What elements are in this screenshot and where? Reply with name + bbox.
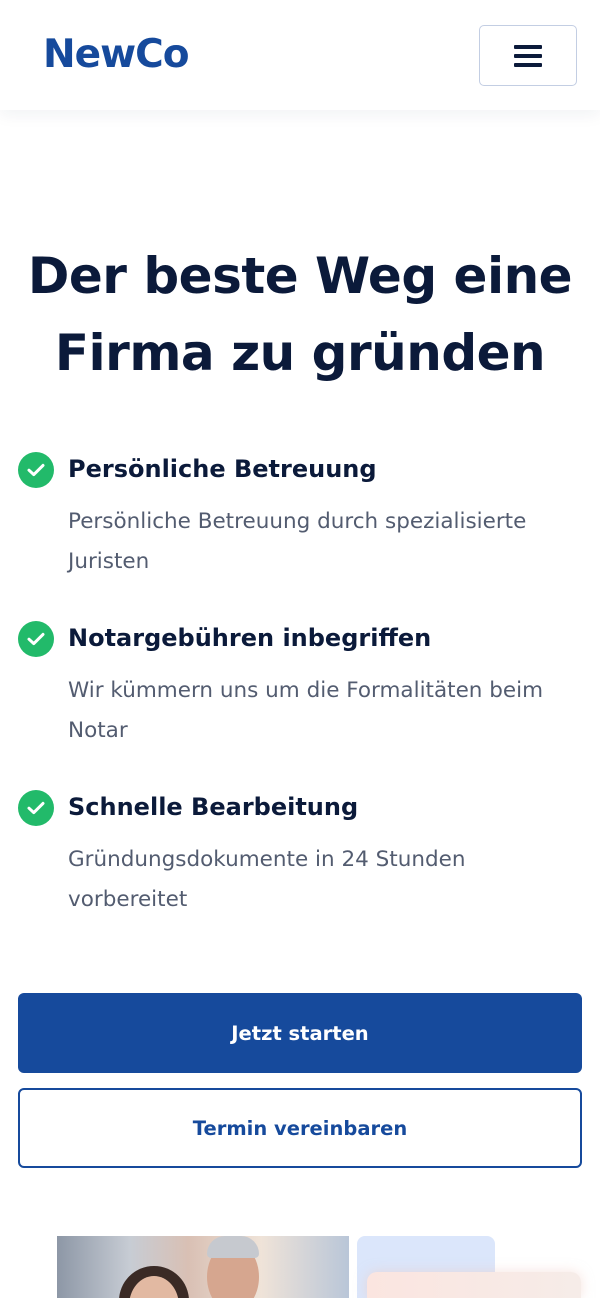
page-title: Der beste Weg eine Firma zu gründen	[20, 238, 580, 392]
feature-title: Persönliche Betreuung	[68, 455, 377, 483]
menu-button[interactable]	[479, 25, 577, 86]
start-now-button[interactable]: Jetzt starten	[18, 993, 582, 1073]
site-header: NewCo	[0, 0, 600, 110]
hamburger-menu-icon	[514, 44, 542, 67]
feature-description: Wir kümmern uns um die Formalitäten beim…	[68, 678, 544, 743]
feature-description: Gründungsdokumente in 24 Stunden vorbere…	[68, 847, 466, 912]
page-title-line-1: Der beste Weg eine	[27, 247, 573, 305]
feature-title: Notargebühren inbegriffen	[68, 624, 432, 652]
team-photo	[57, 1236, 349, 1298]
check-circle-icon	[18, 790, 54, 826]
book-appointment-button[interactable]: Termin vereinbaren	[18, 1088, 582, 1168]
check-circle-icon	[18, 452, 54, 488]
newco-logo[interactable]: NewCo	[43, 32, 190, 77]
page-title-line-2: Firma zu gründen	[54, 324, 546, 382]
person-hair-shape	[207, 1236, 259, 1258]
side-card-overlay	[367, 1272, 581, 1298]
feature-description: Persönliche Betreuung durch spezialisier…	[68, 509, 527, 574]
feature-title: Schnelle Bearbeitung	[68, 793, 359, 821]
check-circle-icon	[18, 621, 54, 657]
